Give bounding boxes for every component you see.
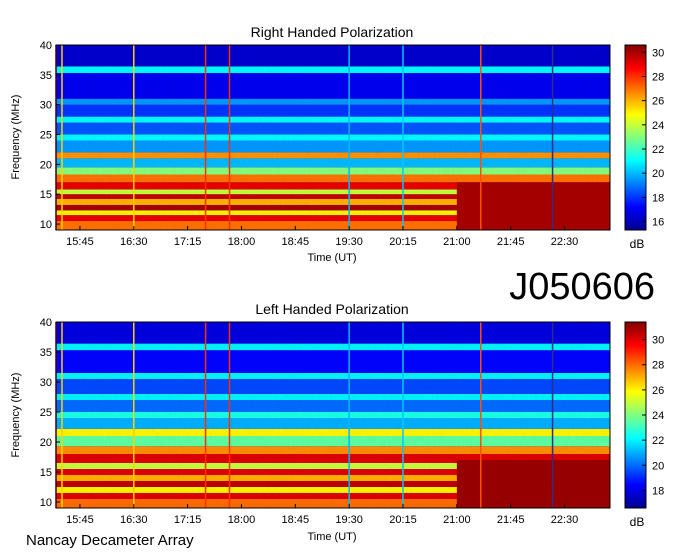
- y-tick-label: 20: [40, 437, 52, 449]
- x-tick-label: 18:00: [228, 514, 256, 526]
- x-tick-label: 15:45: [66, 514, 94, 526]
- observation-id: J050606: [509, 266, 655, 308]
- x-tick-label: 16:30: [120, 514, 148, 526]
- y-tick-label: 40: [40, 40, 52, 52]
- colorbar-tick-label: 28: [652, 71, 664, 83]
- x-tick-label: 18:45: [282, 236, 310, 248]
- x-tick-label: 21:45: [497, 514, 525, 526]
- right-polarization-panel: Right Handed Polarization 10 15 20 25 30 35 40…: [10, 24, 664, 264]
- chart-title: Left Handed Polarization: [255, 301, 408, 317]
- spectrogram-figure: Right Handed Polarization 10 15 20 25 30 35 40…: [10, 24, 664, 549]
- noise-texture: [56, 322, 610, 508]
- instrument-label: Nancay Decameter Array: [26, 532, 194, 549]
- x-tick-label: 22:30: [551, 236, 579, 248]
- x-tick-label: 17:15: [174, 514, 202, 526]
- colorbar-tick-label: 22: [652, 435, 664, 447]
- y-tick-label: 25: [40, 407, 52, 419]
- x-tick-label: 15:45: [66, 236, 94, 248]
- y-tick-label: 10: [40, 219, 52, 231]
- x-tick-label: 21:00: [443, 236, 471, 248]
- colorbar-tick-label: 16: [652, 217, 664, 229]
- x-tick-label: 18:45: [282, 514, 310, 526]
- colorbar-tick-label: 20: [652, 460, 664, 472]
- noise-texture: [56, 45, 610, 230]
- x-tick-label: 17:15: [174, 236, 202, 248]
- y-axis-label: Frequency (MHz): [10, 373, 22, 458]
- colorbar-tick-label: 22: [652, 144, 664, 156]
- y-tick-label: 30: [40, 100, 52, 112]
- y-tick-label: 35: [40, 70, 52, 82]
- colorbar-tick-label: 26: [652, 96, 664, 108]
- x-tick-label: 19:30: [335, 514, 363, 526]
- x-tick-label: 18:00: [228, 236, 256, 248]
- colorbar-tick-label: 30: [652, 47, 664, 59]
- colorbar-tick-label: 24: [652, 120, 664, 132]
- colorbar: [624, 44, 647, 231]
- x-axis-label: Time (UT): [307, 531, 356, 543]
- colorbar-tick-label: 30: [652, 335, 664, 347]
- colorbar-label: dB: [630, 515, 645, 529]
- colorbar-tick-label: 28: [652, 360, 664, 372]
- y-tick-label: 10: [40, 497, 52, 509]
- colorbar-label: dB: [630, 237, 645, 251]
- colorbar-tick-label: 18: [652, 485, 664, 497]
- y-tick-label: 40: [40, 317, 52, 329]
- y-tick-label: 15: [40, 467, 52, 479]
- y-tick-label: 25: [40, 130, 52, 142]
- x-tick-label: 22:30: [551, 514, 579, 526]
- x-tick-label: 21:45: [497, 236, 525, 248]
- y-axis-label: Frequency (MHz): [10, 95, 22, 180]
- y-tick-label: 30: [40, 377, 52, 389]
- x-tick-label: 21:00: [443, 514, 471, 526]
- x-tick-label: 20:15: [389, 236, 417, 248]
- y-tick-label: 15: [40, 189, 52, 201]
- colorbar-tick-label: 20: [652, 168, 664, 180]
- colorbar-tick-label: 18: [652, 192, 664, 204]
- x-tick-label: 20:15: [389, 514, 417, 526]
- y-tick-label: 35: [40, 347, 52, 359]
- x-axis-label: Time (UT): [307, 252, 356, 264]
- x-tick-label: 19:30: [335, 236, 363, 248]
- x-tick-label: 16:30: [120, 236, 148, 248]
- colorbar-tick-label: 24: [652, 410, 664, 422]
- chart-title: Right Handed Polarization: [251, 24, 414, 40]
- colorbar-tick-label: 26: [652, 385, 664, 397]
- y-tick-label: 20: [40, 159, 52, 171]
- left-polarization-panel: Left Handed Polarization 10152025303540 …: [10, 301, 664, 543]
